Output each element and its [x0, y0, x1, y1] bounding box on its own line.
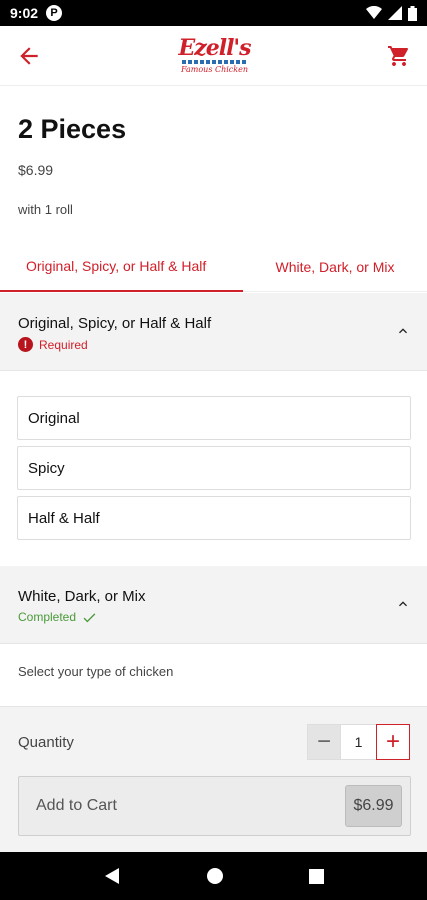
section-title: White, Dark, or Mix [18, 588, 146, 605]
add-to-cart-button[interactable]: Add to Cart $6.99 [18, 776, 411, 836]
option-half-and-half[interactable]: Half & Half [17, 496, 411, 540]
section-title: Original, Spicy, or Half & Half [18, 315, 212, 332]
notification-icon: P [46, 5, 63, 21]
status-bar: 9:02 P [0, 0, 427, 26]
option-original[interactable]: Original [17, 396, 411, 440]
home-circle-icon[interactable] [207, 868, 223, 884]
checkout-panel: Quantity − 1 + Add to Cart $6.99 [0, 706, 427, 852]
section-header-style[interactable]: Original, Spicy, or Half & Half ! Requir… [0, 293, 427, 371]
add-to-cart-label: Add to Cart [36, 797, 117, 814]
system-nav-bar [0, 852, 427, 900]
modifier-tabs: Original, Spicy, or Half & Half White, D… [0, 242, 427, 292]
arrow-left-icon[interactable] [16, 43, 42, 69]
item-price: $6.99 [18, 162, 54, 178]
tab-original-spicy[interactable]: Original, Spicy, or Half & Half [0, 242, 243, 292]
signal-icon [388, 6, 402, 20]
cart-icon[interactable] [387, 44, 411, 68]
logo-stripe [181, 60, 248, 64]
alert-icon: ! [18, 337, 33, 352]
option-spicy[interactable]: Spicy [17, 446, 411, 490]
tab-white-dark-mix[interactable]: White, Dark, or Mix [243, 242, 427, 292]
required-label: Required [39, 337, 88, 352]
wifi-icon [366, 6, 382, 19]
increment-button[interactable]: + [376, 724, 410, 760]
item-description: with 1 roll [18, 202, 73, 217]
check-icon [83, 613, 96, 623]
required-status: ! Required [18, 337, 88, 352]
quantity-label: Quantity [18, 734, 74, 751]
item-title: 2 Pieces [18, 114, 127, 144]
brand-logo: Ezell's Famous Chicken [178, 35, 251, 74]
chevron-up-icon[interactable] [395, 596, 411, 612]
completed-status: Completed [18, 610, 98, 624]
section-hint: Select your type of chicken [18, 664, 174, 679]
app-bar: Ezell's Famous Chicken [0, 26, 427, 86]
option-list: Original Spicy Half & Half [17, 396, 411, 546]
status-time: 9:02 [10, 5, 39, 21]
back-triangle-icon[interactable] [103, 867, 121, 885]
logo-brand: Ezell's [178, 35, 251, 61]
section-header-type[interactable]: White, Dark, or Mix Completed [0, 566, 427, 644]
completed-label: Completed [18, 610, 77, 624]
quantity-stepper: − 1 + [307, 724, 410, 760]
cart-total: $6.99 [345, 785, 402, 827]
decrement-button[interactable]: − [307, 724, 341, 760]
chevron-up-icon[interactable] [395, 323, 411, 339]
recents-square-icon[interactable] [309, 868, 324, 884]
quantity-value: 1 [341, 724, 376, 760]
battery-icon [408, 5, 417, 21]
logo-tagline: Famous Chicken [180, 65, 249, 74]
